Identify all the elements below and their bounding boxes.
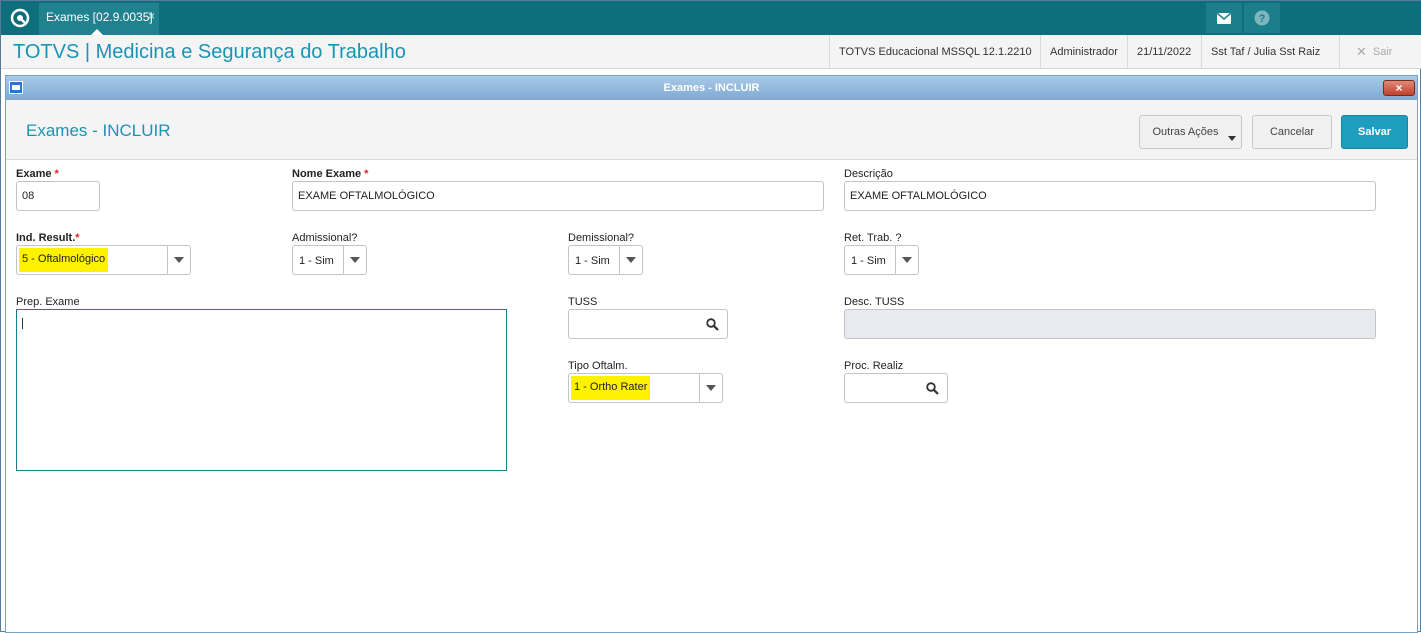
ind-result-value: 5 - Oftalmológico — [19, 248, 109, 272]
tab-label: Exames [02.9.0035] — [46, 10, 153, 24]
nome-exame-label-text: Nome Exame — [292, 168, 362, 180]
text-cursor — [22, 318, 23, 329]
save-label: Salvar — [1357, 126, 1392, 138]
other-actions-button[interactable]: Outras Ações — [1139, 115, 1242, 149]
branch-info: Sst Taf / Julia Sst Raiz — [1201, 35, 1329, 69]
app-title: TOTVS | Medicina e Segurança do Trabalho — [13, 41, 406, 63]
nome-exame-value: EXAME OFTALMOLÓGICO — [298, 190, 435, 202]
exames-dialog: Exames - INCLUIR × Exames - INCLUIR Outr… — [5, 75, 1418, 633]
help-icon[interactable]: ? — [1244, 3, 1280, 33]
admissional-value: 1 - Sim — [299, 255, 334, 267]
descricao-input[interactable]: EXAME OFTALMOLÓGICO — [844, 181, 1376, 211]
required-marker: * — [54, 168, 59, 180]
proc-realiz-input[interactable] — [844, 373, 948, 403]
desc-tuss-label: Desc. TUSS — [844, 296, 905, 308]
dialog-header: Exames - INCLUIR Outras Ações Cancelar S… — [6, 100, 1417, 160]
tab-exames[interactable]: Exames [02.9.0035] × — [39, 3, 159, 35]
nome-exame-label: Nome Exame * — [292, 168, 368, 180]
proc-realiz-label: Proc. Realiz — [844, 360, 904, 372]
top-tab-bar: Exames [02.9.0035] × ? — [1, 1, 1421, 35]
prep-exame-textarea[interactable] — [16, 309, 507, 471]
window-icon — [9, 81, 23, 94]
descricao-label: Descrição — [844, 168, 893, 180]
exame-input[interactable]: 08 — [16, 181, 100, 211]
exame-value: 08 — [22, 190, 35, 202]
demissional-label: Demissional? — [568, 232, 635, 244]
descricao-value: EXAME OFTALMOLÓGICO — [850, 190, 987, 202]
tipo-oftalm-value: 1 - Ortho Rater — [571, 376, 651, 400]
tuss-label: TUSS — [568, 296, 598, 308]
demissional-select[interactable]: 1 - Sim — [568, 245, 643, 275]
tuss-input[interactable] — [568, 309, 728, 339]
ind-result-label-text: Ind. Result. — [16, 232, 76, 244]
exit-label: Sair — [1372, 46, 1393, 58]
tab-close-icon[interactable]: × — [148, 9, 155, 23]
demissional-value: 1 - Sim — [575, 255, 610, 267]
exame-label: Exame * — [16, 168, 59, 180]
ind-result-select[interactable]: 5 - Oftalmológico — [16, 245, 191, 275]
date-info: 21/11/2022 — [1127, 35, 1200, 69]
save-button[interactable]: Salvar — [1341, 115, 1408, 149]
app-header: TOTVS | Medicina e Segurança do Trabalho… — [1, 35, 1421, 69]
totvs-logo-icon[interactable] — [9, 7, 31, 29]
tipo-oftalm-label: Tipo Oftalm. — [568, 360, 628, 372]
chevron-down-icon — [167, 246, 190, 274]
ret-trab-select[interactable]: 1 - Sim — [844, 245, 919, 275]
nome-exame-input[interactable]: EXAME OFTALMOLÓGICO — [292, 181, 824, 211]
dialog-heading: Exames - INCLUIR — [26, 121, 171, 140]
dialog-titlebar: Exames - INCLUIR × — [6, 76, 1417, 100]
ind-result-label: Ind. Result.* — [16, 232, 80, 244]
chevron-down-icon — [343, 246, 366, 274]
admissional-select[interactable]: 1 - Sim — [292, 245, 367, 275]
exit-button[interactable]: ✕ Sair — [1356, 35, 1392, 69]
exame-label-text: Exame — [16, 168, 52, 180]
user-info: Administrador — [1040, 35, 1127, 69]
tipo-oftalm-select[interactable]: 1 - Ortho Rater — [568, 373, 723, 403]
ret-trab-label: Ret. Trab. ? — [844, 232, 902, 244]
chevron-down-icon — [1228, 136, 1236, 141]
chevron-down-icon — [699, 374, 722, 402]
chevron-down-icon — [619, 246, 642, 274]
header-divider — [1339, 35, 1340, 69]
cancel-button[interactable]: Cancelar — [1252, 115, 1332, 149]
admissional-label: Admissional? — [292, 232, 358, 244]
required-marker: * — [364, 168, 369, 180]
other-actions-label: Outras Ações — [1152, 126, 1219, 138]
dialog-close-button[interactable]: × — [1383, 80, 1415, 96]
chevron-down-icon — [895, 246, 918, 274]
mail-icon[interactable] — [1206, 3, 1242, 33]
search-icon[interactable] — [926, 382, 939, 398]
app-window: Exames [02.9.0035] × ? TOTVS | Medicina … — [0, 0, 1421, 633]
search-icon[interactable] — [706, 318, 719, 334]
required-marker: * — [75, 232, 80, 244]
close-icon: ✕ — [1356, 44, 1367, 59]
dialog-window-title: Exames - INCLUIR — [663, 82, 760, 94]
desc-tuss-input — [844, 309, 1376, 339]
svg-text:?: ? — [1259, 13, 1266, 25]
prep-exame-label: Prep. Exame — [16, 296, 80, 308]
ret-trab-value: 1 - Sim — [851, 255, 886, 267]
cancel-label: Cancelar — [1269, 126, 1315, 138]
environment-info: TOTVS Educacional MSSQL 12.1.2210 — [829, 35, 1041, 69]
